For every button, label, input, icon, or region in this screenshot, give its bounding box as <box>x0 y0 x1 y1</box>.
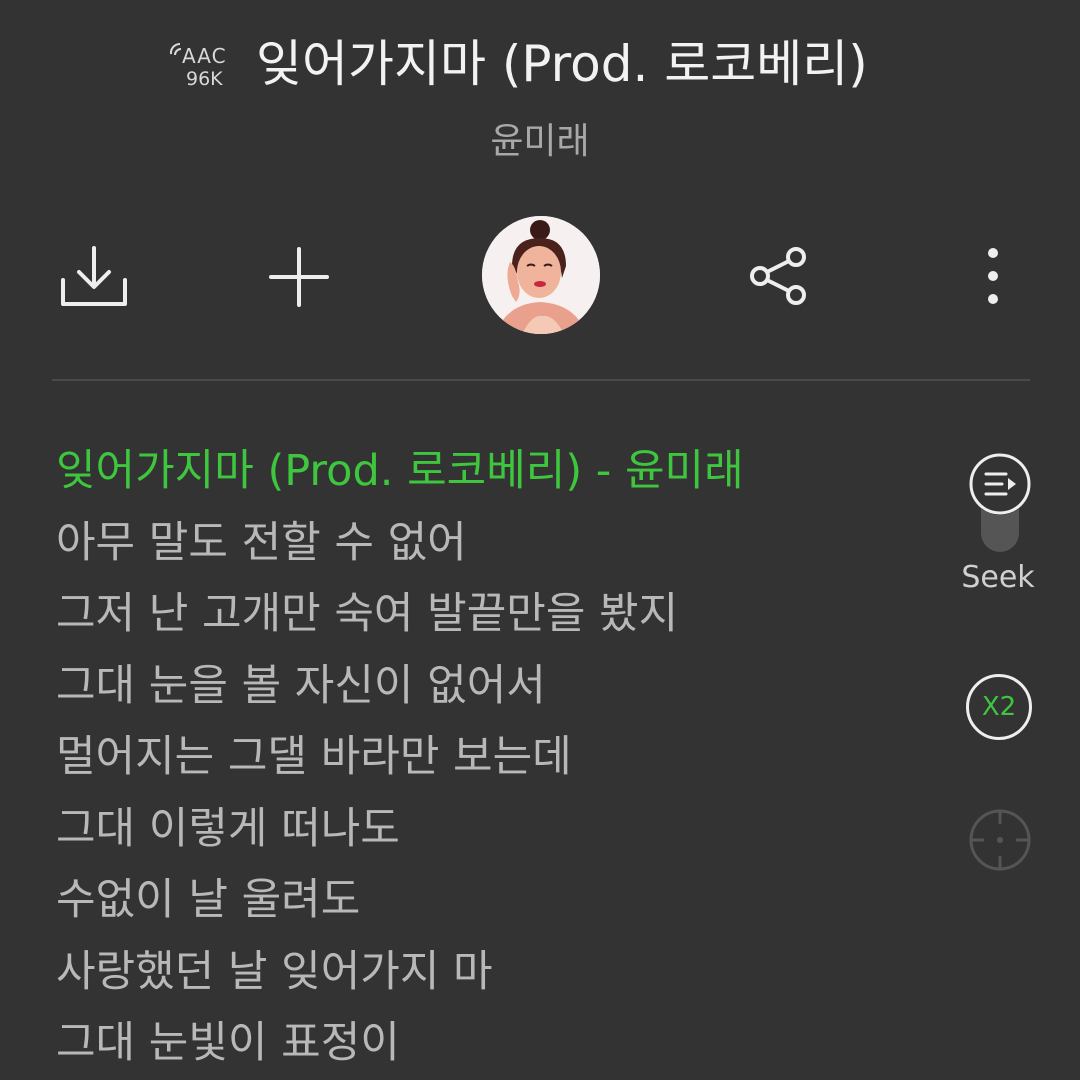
lyric-line[interactable]: 멀어지는 그댈 바라만 보는데 <box>56 722 936 794</box>
lyric-line[interactable]: 사랑했던 날 잊어가지 마 <box>56 937 936 1009</box>
lyric-line[interactable]: 그대 이렇게 떠나도 <box>56 794 936 866</box>
lyric-line[interactable]: 아무 말도 전할 수 없어 <box>56 508 936 580</box>
artist-photo-image <box>482 216 600 334</box>
song-title: 잊어가지마 (Prod. 로코베리) <box>256 35 868 93</box>
download-icon <box>61 246 127 306</box>
toolbar-divider <box>52 379 1030 381</box>
share-button[interactable] <box>746 246 812 306</box>
crosshair-icon <box>969 809 1031 871</box>
seek-label: Seek <box>961 560 1035 595</box>
album-art-avatar[interactable] <box>482 216 600 334</box>
current-lyric-line[interactable]: 잊어가지마 (Prod. 로코베리) - 윤미래 <box>56 436 936 508</box>
download-button[interactable] <box>58 244 130 310</box>
playback-speed-button[interactable]: X2 <box>966 674 1032 740</box>
bitrate-label: 96K <box>186 68 223 90</box>
more-options-button[interactable] <box>974 244 1012 308</box>
more-vertical-icon <box>988 248 998 304</box>
lyric-line[interactable]: 그저 난 고개만 숙여 발끝만을 봤지 <box>56 579 936 651</box>
codec-label: AAC <box>182 44 227 68</box>
lyrics-player-screen: AAC 96K 잊어가지마 (Prod. 로코베리) 윤미래 잊어가지마 (Pr… <box>0 0 1080 1080</box>
audio-quality-badge: AAC 96K <box>166 38 236 94</box>
add-to-playlist-button[interactable] <box>266 244 332 310</box>
lyric-line[interactable]: 수없이 날 울려도 <box>56 865 936 937</box>
seek-toggle[interactable] <box>966 452 1034 554</box>
lyrics-scroll-icon <box>969 453 1031 552</box>
lyric-line[interactable]: 그대 눈빛이 표정이 <box>56 1008 936 1080</box>
artist-name[interactable]: 윤미래 <box>0 118 1080 166</box>
plus-icon <box>269 247 329 307</box>
lyric-line[interactable]: 그대 눈을 볼 자신이 없어서 <box>56 651 936 723</box>
lyrics-panel[interactable]: 잊어가지마 (Prod. 로코베리) - 윤미래 아무 말도 전할 수 없어 그… <box>56 436 936 1080</box>
locate-current-lyric-button[interactable] <box>966 806 1034 874</box>
share-icon <box>750 247 806 305</box>
